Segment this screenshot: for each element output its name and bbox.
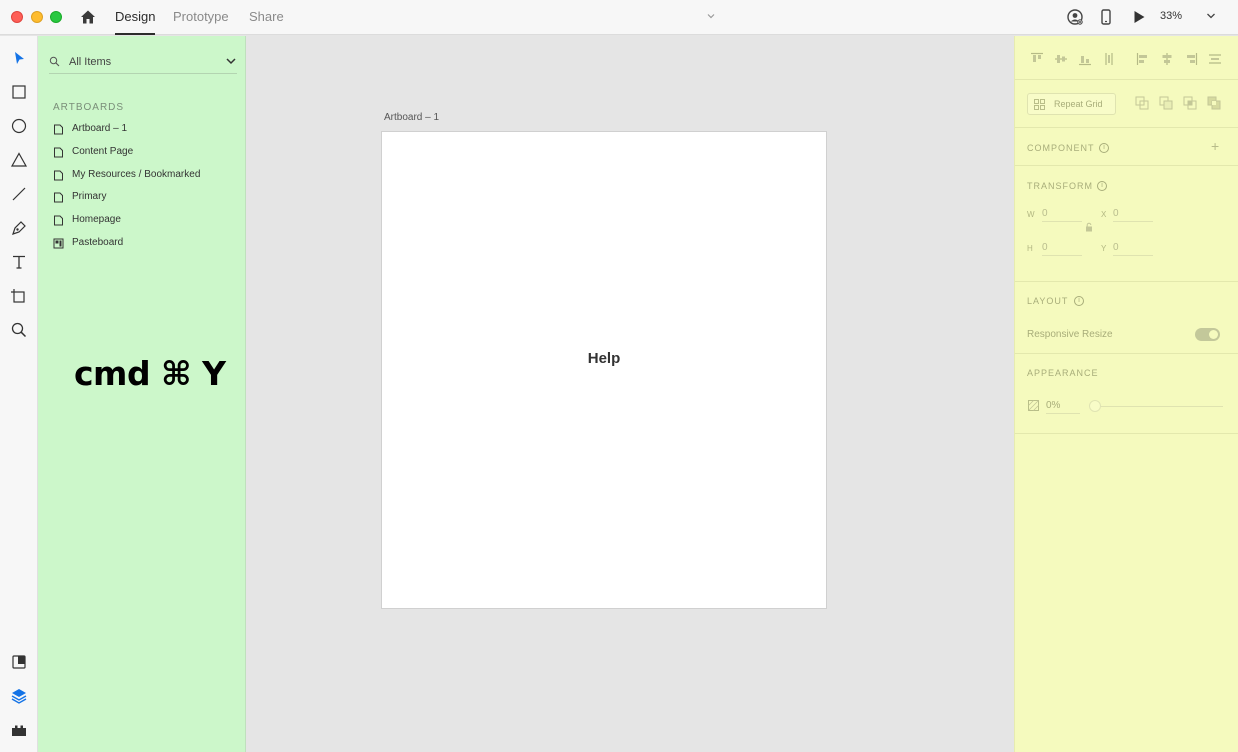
info-icon[interactable]: i	[1074, 296, 1084, 306]
polygon-tool-icon[interactable]	[9, 150, 29, 170]
zoom-level[interactable]: 33%	[1160, 10, 1182, 22]
repeat-grid-label: Repeat Grid	[1054, 99, 1103, 109]
pasteboard-icon	[53, 238, 64, 249]
select-tool-icon[interactable]	[9, 48, 29, 68]
align-middle-icon[interactable]	[1054, 52, 1068, 66]
layer-item-label: My Resources / Bookmarked	[72, 169, 201, 180]
artboard-tool-icon[interactable]	[9, 286, 29, 306]
mobile-preview-icon[interactable]	[1097, 8, 1115, 26]
boolean-subtract-icon[interactable]	[1159, 96, 1173, 110]
artboard-icon	[54, 215, 63, 226]
layout-row: LAYOUT i Responsive Resize	[1015, 282, 1238, 354]
layers-panel: All Items ARTBOARDS Artboard – 1 Content…	[38, 36, 246, 752]
y-label: Y	[1101, 244, 1107, 253]
responsive-resize-toggle[interactable]	[1195, 328, 1220, 341]
x-label: X	[1101, 210, 1107, 219]
layer-item-label: Content Page	[72, 146, 134, 157]
chevron-down-icon	[226, 58, 236, 65]
filter-label: All Items	[69, 56, 112, 68]
window-close-button[interactable]	[11, 11, 23, 23]
x-input[interactable]: 0	[1113, 208, 1153, 222]
distribute-vertical-icon[interactable]	[1102, 52, 1116, 66]
pen-tool-icon[interactable]	[9, 218, 29, 238]
artboard-icon	[54, 192, 63, 203]
lock-aspect-icon[interactable]	[1085, 222, 1093, 232]
width-input[interactable]: 0	[1042, 208, 1082, 222]
document-menu-chevron-icon[interactable]	[705, 10, 717, 22]
align-row	[1015, 36, 1238, 80]
grid-icon	[1034, 99, 1045, 110]
artboard-icon	[54, 170, 63, 181]
component-section-title: COMPONENT	[1027, 143, 1095, 153]
layers-icon[interactable]	[9, 686, 29, 706]
transform-row: TRANSFORM i W 0 X 0 H 0 Y 0	[1015, 166, 1238, 282]
plugins-icon[interactable]	[9, 720, 29, 740]
component-row: COMPONENT i +	[1015, 128, 1238, 166]
line-tool-icon[interactable]	[9, 184, 29, 204]
opacity-slider-track[interactable]	[1095, 406, 1223, 407]
appearance-row: APPEARANCE 0%	[1015, 354, 1238, 434]
artboard[interactable]: Help	[381, 131, 827, 609]
opacity-slider-handle[interactable]	[1089, 400, 1101, 412]
boolean-intersect-icon[interactable]	[1183, 96, 1197, 110]
zoom-tool-icon[interactable]	[9, 320, 29, 340]
layer-item-label: Pasteboard	[72, 237, 124, 248]
artboard-icon	[54, 147, 63, 158]
distribute-horizontal-icon[interactable]	[1208, 52, 1222, 66]
tool-bar	[0, 36, 38, 752]
boolean-exclude-icon[interactable]	[1207, 96, 1221, 110]
play-preview-icon[interactable]	[1130, 8, 1148, 26]
property-inspector: Repeat Grid COMPONENT i + TRANSFORM i W …	[1014, 36, 1238, 752]
artboard-icon	[54, 124, 63, 135]
zoom-chevron-down-icon[interactable]	[1205, 10, 1217, 22]
design-canvas[interactable]: Artboard – 1 Help	[247, 36, 1014, 752]
boolean-add-icon[interactable]	[1135, 96, 1149, 110]
tab-share[interactable]: Share	[249, 9, 284, 35]
transform-section-title: TRANSFORM	[1027, 181, 1093, 191]
info-icon[interactable]: i	[1099, 143, 1109, 153]
info-icon[interactable]: i	[1097, 181, 1107, 191]
height-input[interactable]: 0	[1042, 242, 1082, 256]
add-component-icon[interactable]: +	[1211, 138, 1219, 154]
rectangle-tool-icon[interactable]	[9, 82, 29, 102]
window-minimize-button[interactable]	[31, 11, 43, 23]
ellipse-tool-icon[interactable]	[9, 116, 29, 136]
height-label: H	[1027, 244, 1033, 253]
align-center-icon[interactable]	[1160, 52, 1174, 66]
responsive-resize-label: Responsive Resize	[1027, 329, 1113, 340]
search-icon	[49, 56, 60, 67]
share-user-icon[interactable]	[1066, 8, 1084, 26]
artboard-title[interactable]: Artboard – 1	[384, 112, 439, 123]
tab-prototype[interactable]: Prototype	[173, 9, 229, 35]
layers-filter-dropdown[interactable]: All Items	[49, 52, 237, 74]
appearance-section-title: APPEARANCE	[1027, 368, 1099, 378]
title-bar: Design Prototype Share 33%	[0, 0, 1238, 35]
align-bottom-icon[interactable]	[1078, 52, 1092, 66]
align-left-icon[interactable]	[1136, 52, 1150, 66]
artboard-help-text[interactable]: Help	[382, 350, 826, 367]
home-icon[interactable]	[79, 8, 97, 26]
repeat-grid-row: Repeat Grid	[1015, 80, 1238, 128]
repeat-grid-button[interactable]: Repeat Grid	[1027, 93, 1116, 115]
layer-item-label: Homepage	[72, 214, 121, 225]
align-right-icon[interactable]	[1184, 52, 1198, 66]
width-label: W	[1027, 210, 1035, 219]
layer-item-label: Artboard – 1	[72, 123, 128, 134]
layout-section-title: LAYOUT	[1027, 296, 1069, 306]
assets-icon[interactable]	[9, 652, 29, 672]
opacity-icon	[1028, 400, 1039, 411]
align-top-icon[interactable]	[1030, 52, 1044, 66]
artboards-section-title: ARTBOARDS	[53, 102, 125, 113]
toggle-knob	[1209, 330, 1218, 339]
layer-item-label: Primary	[72, 191, 107, 202]
text-tool-icon[interactable]	[9, 252, 29, 272]
y-input[interactable]: 0	[1113, 242, 1153, 256]
opacity-input[interactable]: 0%	[1046, 400, 1080, 414]
keyboard-shortcut-overlay: cmd ⌘ Y	[74, 354, 226, 393]
window-maximize-button[interactable]	[50, 11, 62, 23]
tab-design[interactable]: Design	[115, 9, 156, 35]
